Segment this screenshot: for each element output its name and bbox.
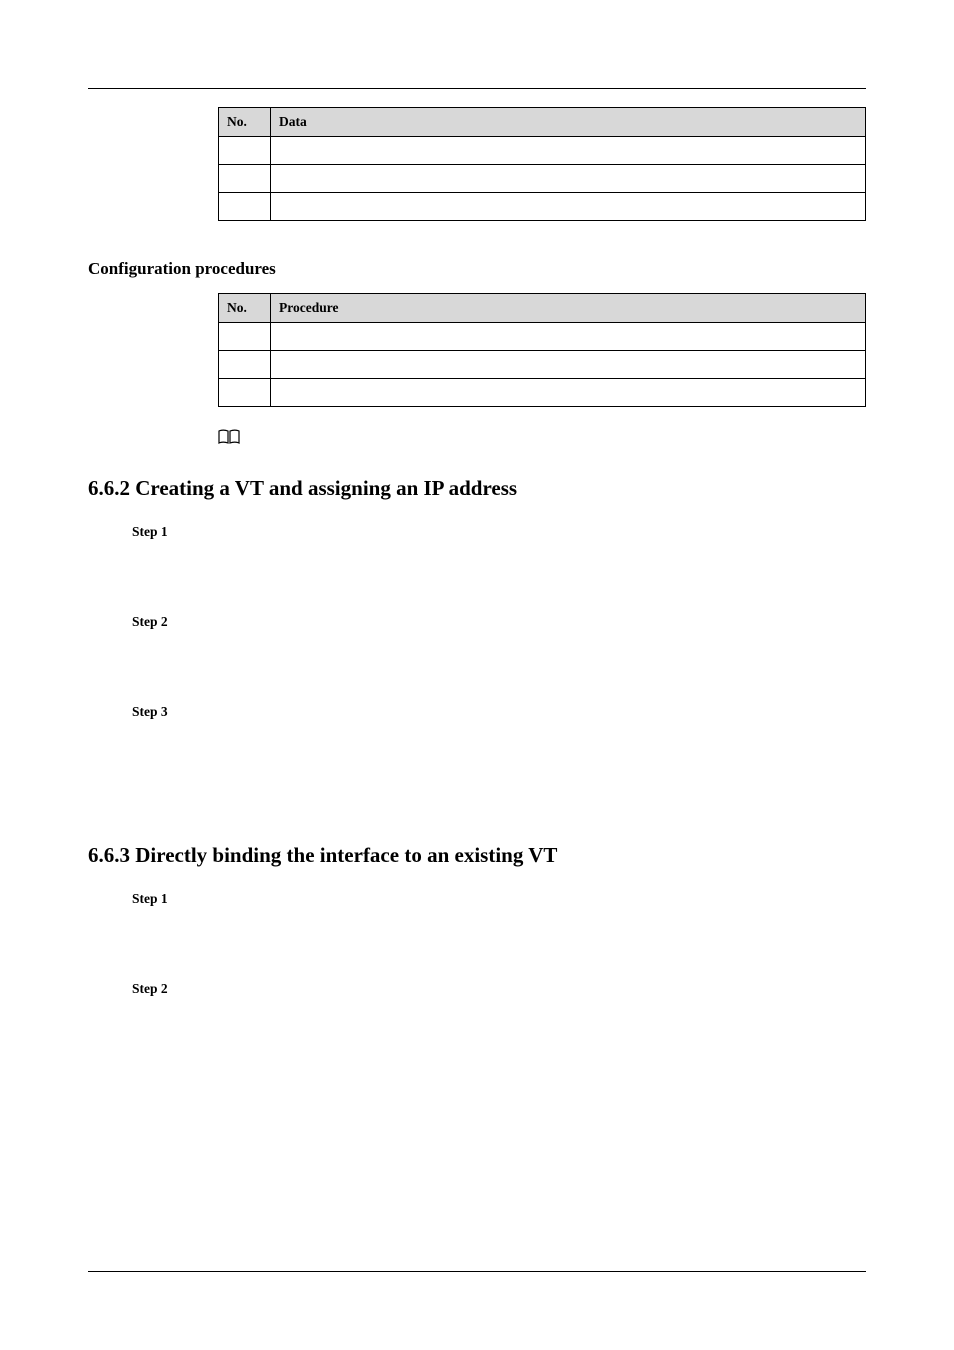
config-procedures-heading: Configuration procedures — [88, 259, 866, 279]
open-book-icon — [218, 429, 240, 450]
table-row — [219, 351, 866, 379]
cell-no — [219, 351, 271, 379]
cell-proc — [271, 379, 866, 407]
step-label: Step 1 — [132, 891, 168, 906]
step-block: Step 2 — [132, 613, 866, 631]
cell-data — [271, 165, 866, 193]
header-rule — [88, 88, 866, 89]
table-row — [219, 379, 866, 407]
cell-data — [271, 137, 866, 165]
table-row — [219, 193, 866, 221]
step-block: Step 2 — [132, 980, 866, 998]
step-block: Step 3 — [132, 703, 866, 721]
step-label: Step 2 — [132, 981, 168, 996]
footer-rule — [88, 1271, 866, 1272]
step-block: Step 1 — [132, 523, 866, 541]
step-label: Step 1 — [132, 524, 168, 539]
col-header-no: No. — [219, 108, 271, 137]
cell-proc — [271, 351, 866, 379]
cell-data — [271, 193, 866, 221]
note-icon-row — [218, 429, 866, 450]
data-table: No. Data — [218, 107, 866, 221]
cell-no — [219, 193, 271, 221]
cell-proc — [271, 323, 866, 351]
section-6-6-2-heading: 6.6.2 Creating a VT and assigning an IP … — [88, 476, 866, 501]
col-header-procedure: Procedure — [271, 294, 866, 323]
step-block: Step 1 — [132, 890, 866, 908]
col-header-no: No. — [219, 294, 271, 323]
col-header-data: Data — [271, 108, 866, 137]
step-label: Step 3 — [132, 704, 168, 719]
table-row — [219, 165, 866, 193]
cell-no — [219, 323, 271, 351]
table-procedure-block: No. Procedure — [218, 293, 866, 450]
table-data-block: No. Data — [218, 107, 866, 221]
procedure-table: No. Procedure — [218, 293, 866, 407]
section-6-6-3-heading: 6.6.3 Directly binding the interface to … — [88, 843, 866, 868]
cell-no — [219, 165, 271, 193]
step-label: Step 2 — [132, 614, 168, 629]
cell-no — [219, 137, 271, 165]
cell-no — [219, 379, 271, 407]
table-row — [219, 137, 866, 165]
table-row — [219, 323, 866, 351]
